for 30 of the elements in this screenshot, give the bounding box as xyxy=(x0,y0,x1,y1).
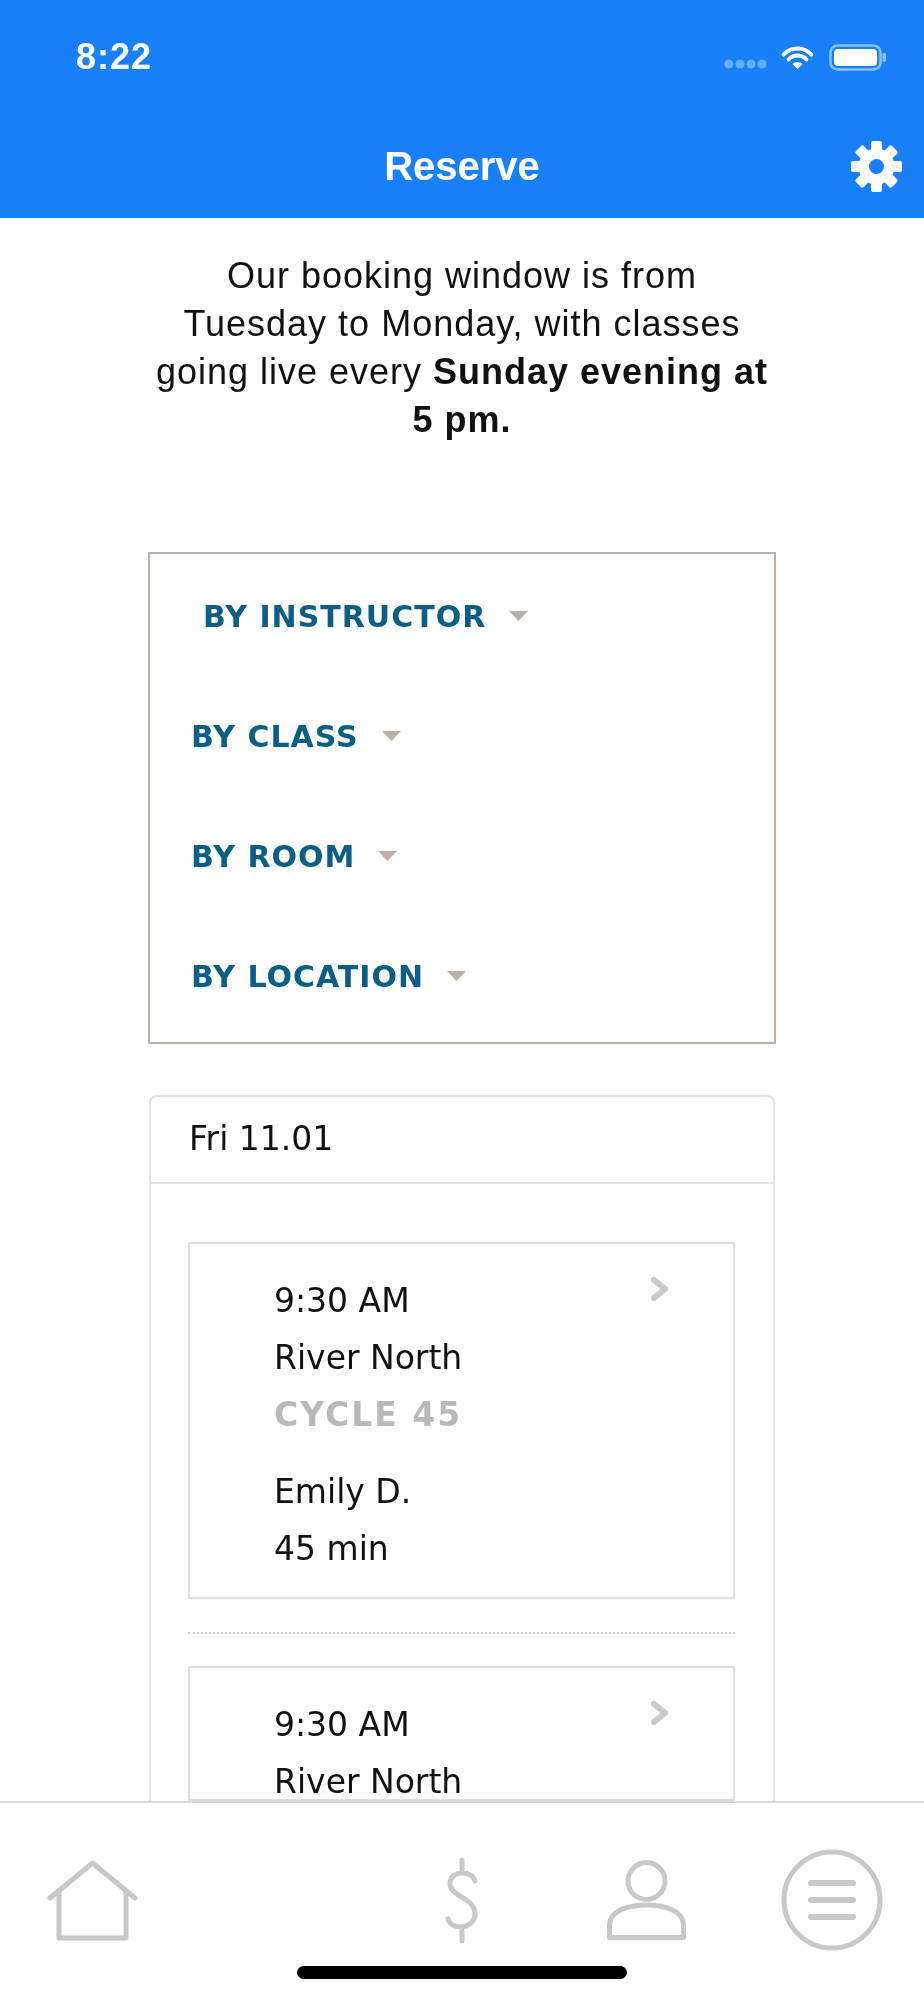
chevron-icon xyxy=(650,1700,670,1726)
chevron-icon xyxy=(650,1276,670,1302)
class-time: 9:30 AM xyxy=(274,1284,410,1318)
status-time: 8:22 xyxy=(76,39,153,75)
person-icon[interactable] xyxy=(606,1859,688,1941)
filter-dropdown[interactable]: BY LOCATION xyxy=(191,953,467,999)
home-icon[interactable] xyxy=(46,1859,138,1941)
class-card[interactable]: 9:30 AM River North xyxy=(188,1666,735,1801)
class-card[interactable]: 9:30 AM River North CYCLE 45 Emily D. 45 min xyxy=(188,1242,735,1599)
settings-icon[interactable] xyxy=(851,140,902,192)
filter-dropdown[interactable]: BY CLASS xyxy=(191,713,401,759)
battery-icon xyxy=(829,43,886,71)
caret-icon xyxy=(378,851,398,861)
wifi-icon xyxy=(780,44,815,70)
caret-icon xyxy=(381,731,401,741)
signal-icon xyxy=(724,59,766,69)
class-location: River North xyxy=(274,1341,463,1375)
class-duration: 45 min xyxy=(274,1532,389,1566)
date-label: Fri 11.01 xyxy=(189,1121,334,1158)
class-name: CYCLE 45 xyxy=(274,1398,463,1432)
page-title: Reserve xyxy=(384,144,540,188)
filter-dropdown[interactable]: BY INSTRUCTOR xyxy=(203,593,529,639)
instructor-name: Emily D. xyxy=(274,1475,412,1509)
filter-dropdown[interactable]: BY ROOM xyxy=(191,833,398,879)
class-location: River North xyxy=(274,1765,463,1799)
caret-icon xyxy=(447,971,467,981)
info-text: Our booking window is from Tuesday to Monday, with classes going live every Sunday evening at 5 pm. xyxy=(154,254,770,442)
caret-icon xyxy=(509,611,529,621)
class-time: 9:30 AM xyxy=(274,1708,410,1742)
menu-icon[interactable] xyxy=(780,1849,883,1951)
